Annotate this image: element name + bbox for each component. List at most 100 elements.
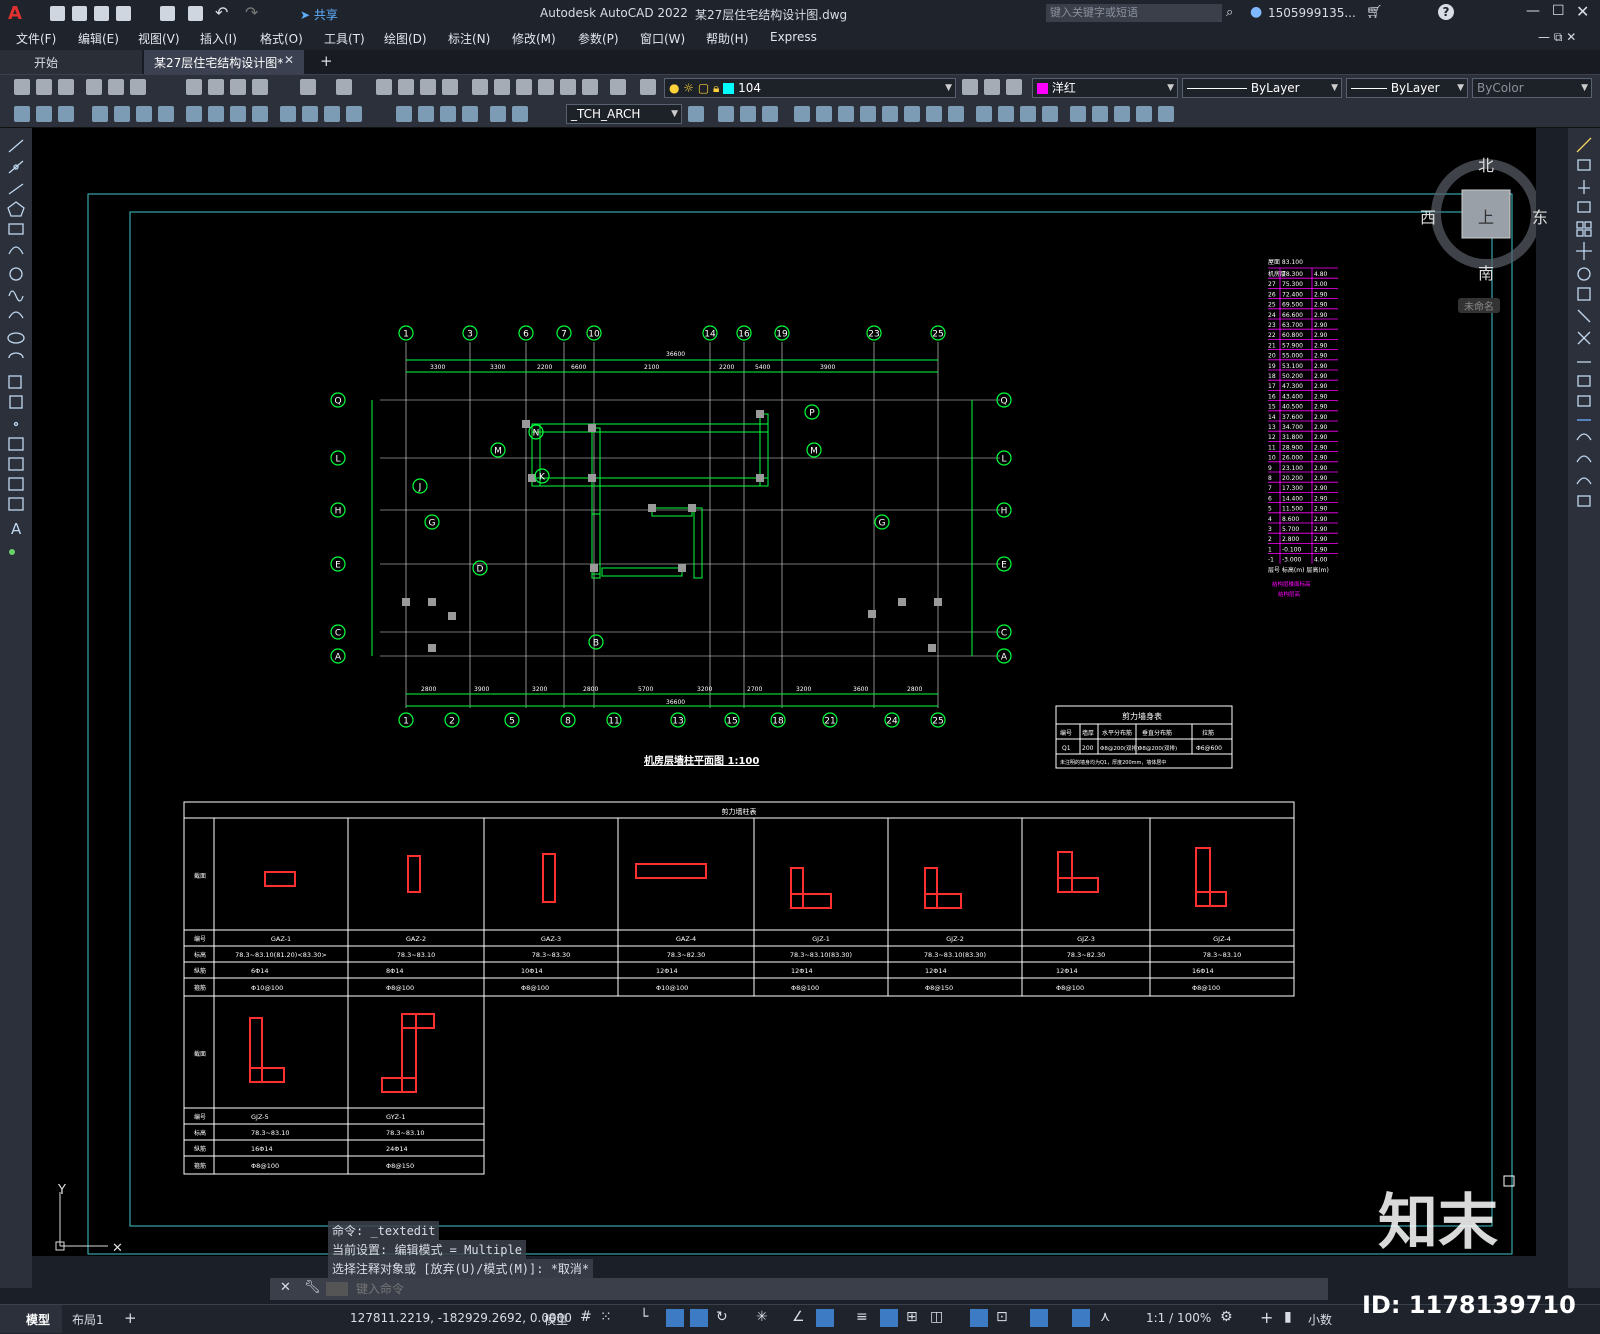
layer-dropdown[interactable]: ● ☼ ▢ 🔒︎ 104 ▼ xyxy=(664,78,956,98)
modify-stretch-icon[interactable] xyxy=(882,106,898,122)
command-input[interactable] xyxy=(354,1280,1318,1298)
layer-current-icon[interactable] xyxy=(962,79,978,95)
modify-rotate-icon[interactable] xyxy=(838,106,854,122)
menu-dimension[interactable]: 标注(N) xyxy=(448,30,490,47)
doc-window-controls[interactable]: — ⧉ ✕ xyxy=(1538,30,1576,45)
tool-palettes-icon[interactable] xyxy=(516,79,532,95)
modify-array-icon[interactable] xyxy=(794,106,810,122)
redo-icon[interactable]: ↷ xyxy=(245,3,258,22)
modify-blend-icon[interactable] xyxy=(1042,106,1058,122)
modify-pedit-icon[interactable] xyxy=(1158,106,1174,122)
otrack-icon[interactable] xyxy=(690,1309,708,1327)
autocad-logo-icon[interactable]: A xyxy=(8,3,22,24)
menu-view[interactable]: 视图(V) xyxy=(138,30,180,47)
annotation-monitor-icon[interactable]: ⊞ xyxy=(906,1309,918,1325)
maximize-button[interactable]: ☐ xyxy=(1552,3,1565,19)
search-input[interactable]: 键入关键字或短语 xyxy=(1046,4,1222,22)
center-mark-icon[interactable] xyxy=(346,106,362,122)
linear-dim-icon[interactable] xyxy=(14,106,30,122)
preview-icon[interactable] xyxy=(108,79,124,95)
tab-start[interactable]: 开始 xyxy=(0,50,142,74)
aligned-dim-icon[interactable] xyxy=(36,106,52,122)
help-icon[interactable]: ? xyxy=(1438,4,1454,20)
menu-parametric[interactable]: 参数(P) xyxy=(578,30,619,47)
modify-break-icon[interactable] xyxy=(948,106,964,122)
settings-gear-icon[interactable]: ⚙ xyxy=(1220,1309,1233,1325)
markup-icon[interactable] xyxy=(560,79,576,95)
menu-modify[interactable]: 修改(M) xyxy=(512,30,556,47)
polar-icon[interactable] xyxy=(666,1309,684,1327)
text-style-icon[interactable] xyxy=(688,106,704,122)
redo-tb-icon[interactable] xyxy=(336,79,352,95)
layer-previous-icon[interactable] xyxy=(984,79,1000,95)
osnap-icon[interactable]: ✳ xyxy=(756,1309,768,1325)
tab-document[interactable]: 某27层住宅结构设计图* ✕ xyxy=(144,50,304,74)
publish-icon[interactable] xyxy=(130,79,146,95)
wcs-menu[interactable]: 未命名 xyxy=(1458,298,1500,313)
viewcube-top-face[interactable]: 上 xyxy=(1478,204,1494,228)
bulb-icon[interactable]: ● ☼ ▢ 🔒︎ xyxy=(669,81,719,95)
diameter-dim-icon[interactable] xyxy=(158,106,174,122)
new-tab-button[interactable]: + xyxy=(320,52,333,70)
tab-close-icon[interactable]: ✕ xyxy=(284,53,294,67)
tolerance-icon[interactable] xyxy=(324,106,340,122)
draw-tool-icons[interactable]: A xyxy=(0,128,32,568)
undo-tb-icon[interactable] xyxy=(300,79,316,95)
dynamic-ucs-icon[interactable] xyxy=(880,1309,898,1327)
share-button[interactable]: ➤ 共享 xyxy=(300,6,338,23)
modify-align-icon[interactable] xyxy=(1114,106,1130,122)
dim-style-icon[interactable] xyxy=(512,106,528,122)
layer-manager-icon[interactable] xyxy=(640,79,656,95)
minimize-button[interactable]: — xyxy=(1526,3,1540,19)
open-file-icon[interactable] xyxy=(72,6,87,21)
space-dim-icon[interactable] xyxy=(280,106,296,122)
arc-dim-icon[interactable] xyxy=(58,106,74,122)
plot-tb-icon[interactable] xyxy=(86,79,102,95)
print-icon[interactable] xyxy=(188,6,203,21)
workspace-icon[interactable] xyxy=(1030,1309,1048,1327)
annotation-visibility-icon[interactable] xyxy=(1072,1309,1090,1327)
zoom-realtime-icon[interactable] xyxy=(398,79,414,95)
snap-icon[interactable]: ⁙ xyxy=(600,1309,612,1325)
annotation-scale-value[interactable]: 1:1 / 100% xyxy=(1146,1311,1211,1325)
modify-trim-icon[interactable] xyxy=(904,106,920,122)
zoom-previous-icon[interactable] xyxy=(442,79,458,95)
modify-join-icon[interactable] xyxy=(976,106,992,122)
cart-icon[interactable]: 🛒︎ xyxy=(1366,5,1383,20)
inspect-icon[interactable] xyxy=(396,106,412,122)
text-style-dropdown[interactable]: _TCH_ARCH ▼ xyxy=(566,104,682,124)
continue-dim-icon[interactable] xyxy=(252,106,268,122)
modify-erase-icon[interactable] xyxy=(1092,106,1108,122)
ordinate-dim-icon[interactable] xyxy=(92,106,108,122)
transparency-icon[interactable] xyxy=(816,1309,834,1327)
help-tb-icon[interactable] xyxy=(610,79,626,95)
layer-state-icon[interactable] xyxy=(1006,79,1022,95)
viewcube-ring[interactable] xyxy=(1396,138,1541,318)
menu-express[interactable]: Express xyxy=(770,30,817,44)
save-tb-icon[interactable] xyxy=(58,79,74,95)
linetype-dropdown[interactable]: ByLayer ▼ xyxy=(1182,78,1342,98)
jogged-dim-icon[interactable] xyxy=(136,106,152,122)
undo-icon[interactable]: ↶ xyxy=(215,3,228,22)
open-icon[interactable] xyxy=(36,79,52,95)
plot-icon[interactable] xyxy=(160,6,175,21)
modify-extend-icon[interactable] xyxy=(926,106,942,122)
viewcube-west[interactable]: 西 xyxy=(1420,204,1436,228)
close-icon[interactable]: ✕ xyxy=(280,1280,291,1295)
ortho-icon[interactable]: └ xyxy=(640,1309,648,1325)
hardware-accel-icon[interactable]: ▮ xyxy=(1284,1309,1292,1325)
paste-icon[interactable] xyxy=(230,79,246,95)
annotation-scale-icon[interactable]: ⋏ xyxy=(1100,1309,1110,1325)
jogged-linear-icon[interactable] xyxy=(418,106,434,122)
menu-insert[interactable]: 插入(I) xyxy=(200,30,237,47)
search-icon[interactable]: ⌕ xyxy=(1226,5,1233,20)
new-layout-button[interactable]: + xyxy=(124,1309,137,1327)
viewcube[interactable]: 北 西 东 南 上 未命名 xyxy=(1396,138,1548,318)
modify-offset-icon[interactable] xyxy=(762,106,778,122)
sheetset-icon[interactable] xyxy=(538,79,554,95)
zoom-window-icon[interactable] xyxy=(420,79,436,95)
menu-file[interactable]: 文件(F) xyxy=(16,30,56,47)
modify-chamfer-icon[interactable] xyxy=(998,106,1014,122)
calc-icon[interactable] xyxy=(582,79,598,95)
modify-scale-icon[interactable] xyxy=(860,106,876,122)
